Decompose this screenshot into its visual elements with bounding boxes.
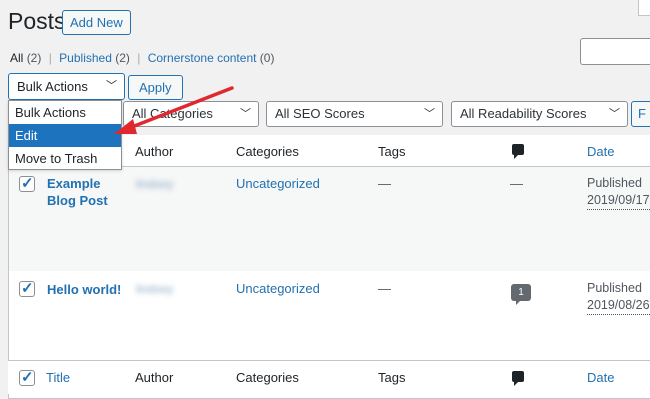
annotation-arrow-icon bbox=[114, 86, 234, 134]
